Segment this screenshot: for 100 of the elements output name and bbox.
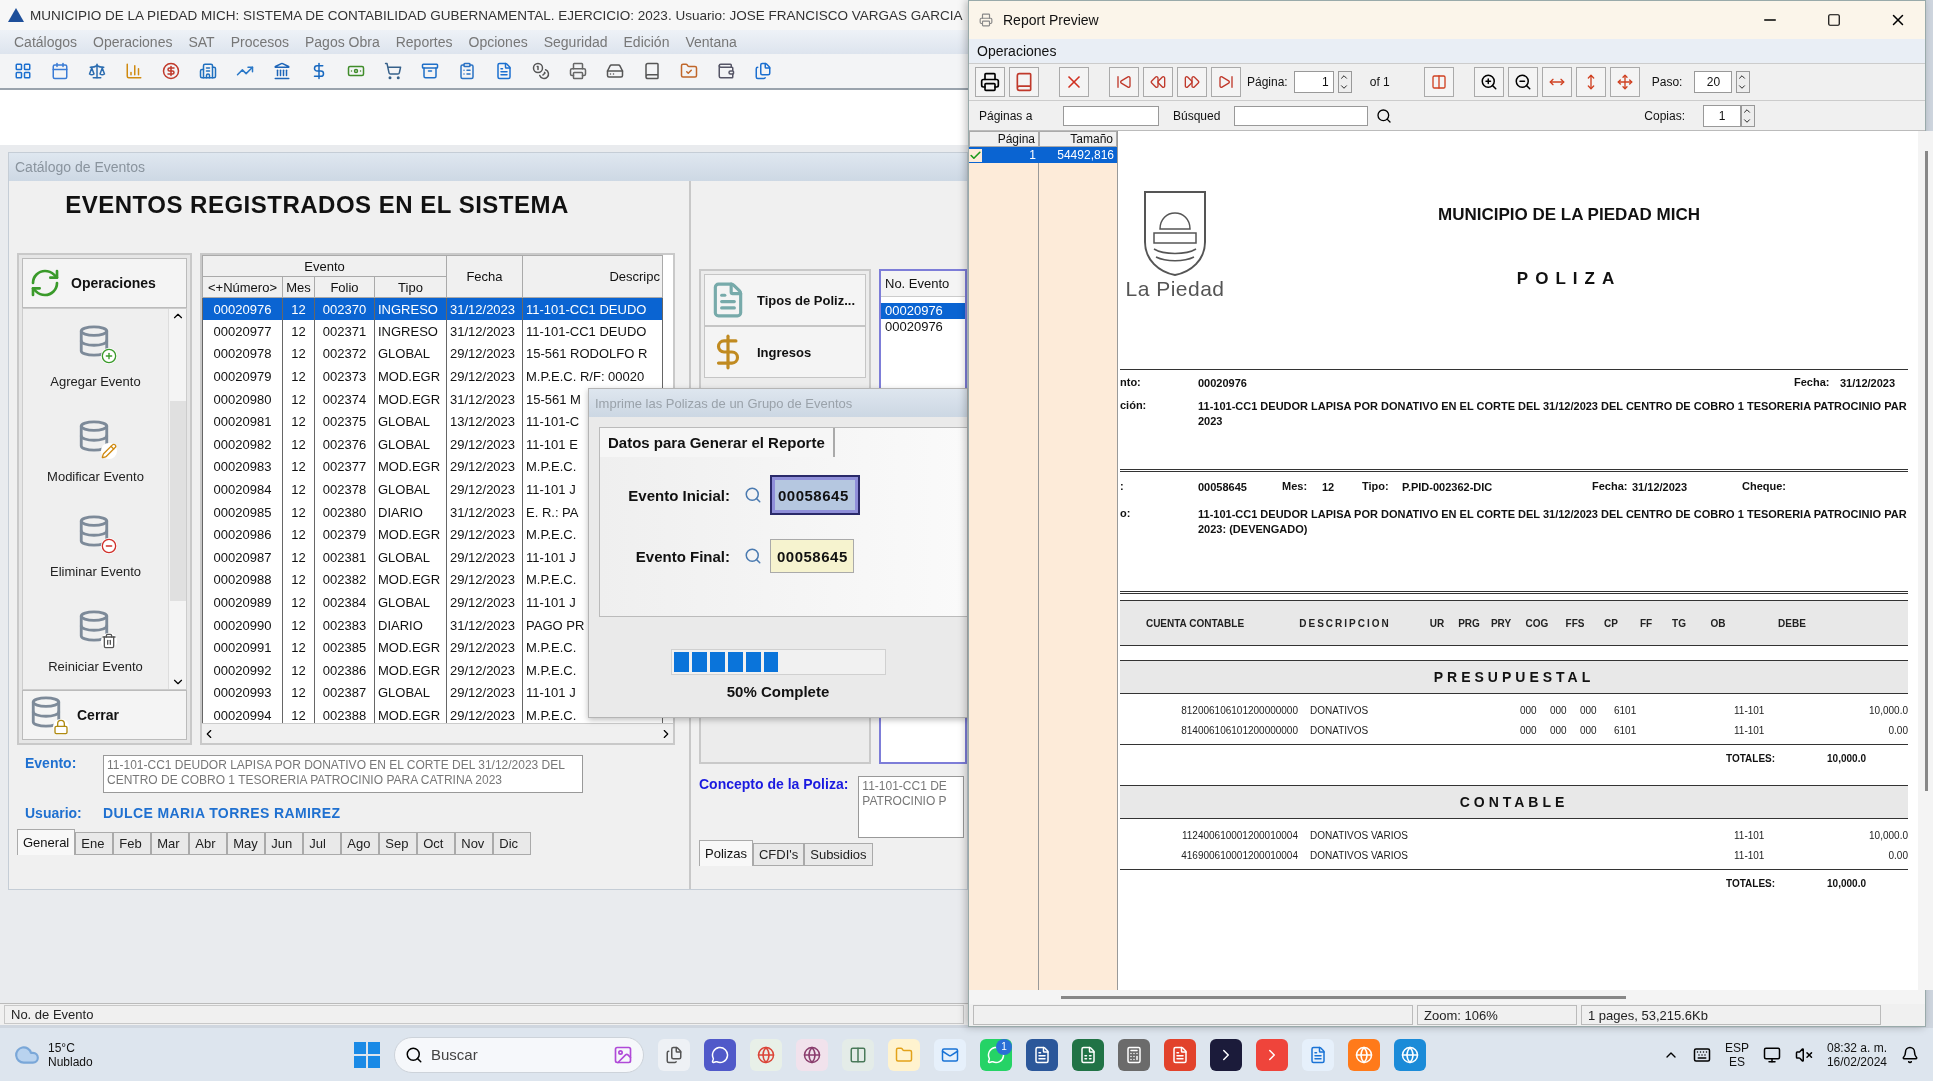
list-item[interactable]: 00020976 [881, 319, 965, 335]
close-button[interactable]: Cerrar [22, 690, 187, 740]
month-tab[interactable]: Abr [189, 832, 228, 855]
building-icon[interactable] [199, 62, 217, 80]
menu-item[interactable]: Pagos Obra [305, 34, 380, 50]
menu-item[interactable]: Ventana [685, 34, 737, 50]
dollar-circle-icon[interactable] [162, 62, 180, 80]
drive-icon[interactable] [606, 62, 624, 80]
menu-item[interactable]: Operaciones [93, 34, 173, 50]
operation-item[interactable]: Eliminar Evento [23, 499, 168, 594]
search-icon[interactable] [1376, 107, 1393, 124]
lookup-icon[interactable] [744, 547, 762, 565]
month-tab[interactable]: Sep [379, 832, 418, 855]
calendar-icon[interactable] [51, 62, 69, 80]
mute-icon[interactable] [1794, 1045, 1813, 1064]
operation-item[interactable]: Agregar Evento [23, 309, 168, 404]
form-tab[interactable]: Datos para Generar el Reporte [600, 428, 835, 457]
month-tab[interactable]: Jun [265, 832, 304, 855]
files-icon[interactable] [658, 1038, 690, 1071]
calculator-icon[interactable] [1118, 1038, 1150, 1071]
list-icon[interactable] [458, 62, 476, 80]
column-header[interactable]: Fecha [446, 255, 523, 298]
page-layout-icon[interactable] [1423, 67, 1454, 97]
document-icon[interactable] [495, 62, 513, 80]
column-header[interactable]: Página [969, 131, 1039, 147]
event-input[interactable]: 00058645 [770, 475, 860, 515]
spinner[interactable] [1741, 104, 1755, 127]
copies-input[interactable]: 1 [1703, 104, 1741, 127]
section-tab[interactable]: CFDI's [752, 843, 805, 866]
coins-icon[interactable] [532, 62, 550, 80]
spinner[interactable] [1736, 71, 1751, 93]
menu-item[interactable]: Seguridad [543, 34, 608, 50]
month-tab[interactable]: Ago [341, 832, 380, 855]
cart-icon[interactable] [384, 62, 402, 80]
folder-check-icon[interactable] [680, 62, 698, 80]
printer-icon[interactable] [569, 62, 587, 80]
bar-chart-icon[interactable] [125, 62, 143, 80]
month-tab[interactable]: Nov [455, 832, 494, 855]
menu-item[interactable]: Catálogos [14, 34, 78, 50]
previous-page-icon[interactable] [1143, 67, 1173, 97]
operation-item[interactable]: Reiniciar Evento [23, 594, 168, 689]
first-page-icon[interactable] [1109, 67, 1139, 97]
grid-icon[interactable] [14, 62, 32, 80]
fit-page-icon[interactable] [1609, 67, 1640, 97]
spinner[interactable] [1337, 71, 1352, 93]
zoom-out-icon[interactable] [1507, 67, 1538, 97]
operations-button[interactable]: Operaciones [22, 258, 187, 308]
operation-item[interactable]: Modificar Evento [23, 404, 168, 499]
menu-item[interactable]: Opciones [468, 34, 528, 50]
month-tab[interactable]: Feb [113, 832, 152, 855]
page-input[interactable]: 1 [1293, 71, 1334, 93]
search-field[interactable] [1234, 105, 1369, 126]
files-icon[interactable] [754, 62, 772, 80]
lookup-icon[interactable] [744, 486, 762, 504]
month-tab[interactable]: General [17, 829, 76, 855]
pages-input[interactable] [1063, 105, 1159, 126]
clock[interactable]: 08:32 a. m. 16/02/2024 [1826, 1040, 1887, 1069]
book-icon[interactable] [643, 62, 661, 80]
side-item[interactable]: Ingresos [704, 326, 866, 378]
column-header[interactable]: <+Número> [202, 276, 283, 298]
month-tab[interactable]: May [227, 832, 266, 855]
fit-height-icon[interactable] [1575, 67, 1606, 97]
menu-item[interactable]: Edición [623, 34, 670, 50]
menu-item[interactable]: Procesos [230, 34, 289, 50]
month-tab[interactable]: Jul [303, 832, 342, 855]
next-page-icon[interactable] [1177, 67, 1207, 97]
month-tab[interactable]: Dic [493, 832, 532, 855]
column-header[interactable]: Descripc [522, 255, 663, 298]
notepad-icon[interactable] [1302, 1038, 1334, 1071]
menu-item[interactable]: Reportes [395, 34, 453, 50]
concept-text-field[interactable]: 11-101-CC1 DE PATROCINIO P [858, 776, 965, 838]
month-tab[interactable]: Mar [151, 832, 190, 855]
event-text-field[interactable]: 11-101-CC1 DEUDOR LAPISA POR DONATIVO EN EL CORTE DEL 31/12/2023 DEL CENTRO DE COBRO 1 TESORERIA PATROCINIO PARA CATRINA 2023 [103, 755, 583, 793]
menu-item[interactable]: SAT [188, 34, 215, 50]
cancel-print-icon[interactable] [1059, 67, 1089, 97]
last-page-icon[interactable] [1211, 67, 1241, 97]
keyboard-icon[interactable] [1692, 1045, 1711, 1064]
section-tab[interactable]: Polizas [699, 840, 753, 866]
side-item[interactable]: Tipos de Poliz... [704, 274, 866, 326]
section-tab[interactable]: Subsidios [804, 843, 873, 866]
step-input[interactable]: 20 [1694, 71, 1733, 93]
language-indicator[interactable]: ESP ES [1724, 1040, 1749, 1069]
wallet-icon[interactable] [717, 62, 735, 80]
event-input[interactable]: 00058645 [770, 539, 854, 573]
maximize-icon[interactable] [1827, 13, 1841, 27]
month-tab[interactable]: Oct [417, 832, 456, 855]
month-tab[interactable]: Ene [75, 832, 114, 855]
menu-item[interactable]: Operaciones [977, 43, 1057, 59]
bank-icon[interactable] [273, 62, 291, 80]
print-icon[interactable] [975, 67, 1005, 97]
archive-icon[interactable] [421, 62, 439, 80]
zoom-in-icon[interactable] [1473, 67, 1504, 97]
scales-icon[interactable] [88, 62, 106, 80]
list-item[interactable]: 00020976 [881, 303, 965, 319]
column-header[interactable]: Tamaño [1039, 131, 1117, 147]
notification-icon[interactable] [1901, 1045, 1919, 1064]
print-page-icon[interactable] [1009, 67, 1039, 97]
table-cell[interactable]: 1 [969, 147, 1039, 163]
whatsapp-icon[interactable]: 1 [980, 1038, 1012, 1071]
table-cell[interactable]: 54492,816 [1039, 147, 1117, 163]
